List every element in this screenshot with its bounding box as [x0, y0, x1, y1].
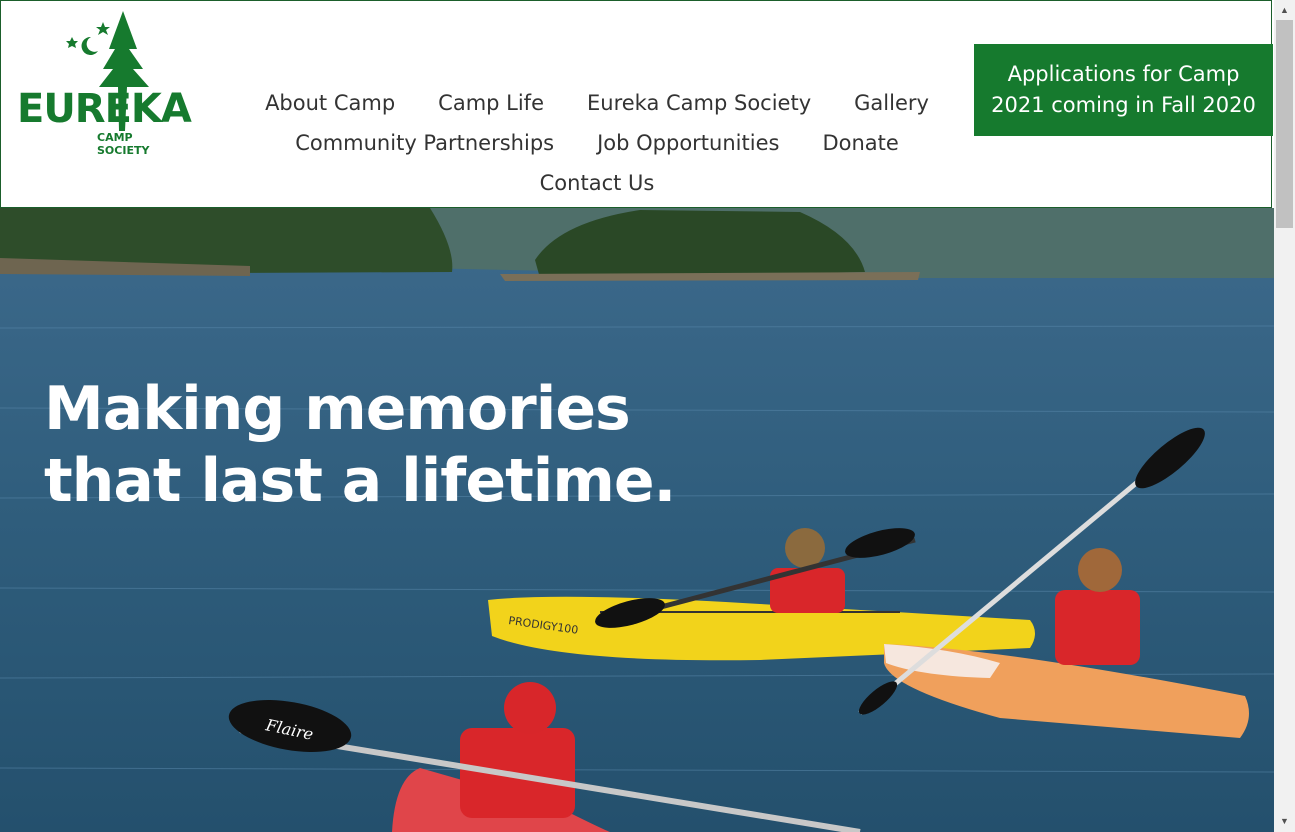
hero-line-1: Making memories	[44, 374, 631, 444]
nav-eureka-camp-society[interactable]: Eureka Camp Society	[587, 91, 811, 115]
nav-row: Community Partnerships Job Opportunities…	[227, 123, 967, 163]
hero-headline: Making memories that last a lifetime.	[44, 373, 724, 517]
scroll-down-arrow-icon[interactable]: ▼	[1274, 813, 1295, 830]
eureka-logo[interactable]: EUREKA CAMP SOCIETY	[15, 9, 192, 157]
nav-gallery[interactable]: Gallery	[854, 91, 929, 115]
scrollbar-thumb[interactable]	[1276, 20, 1293, 228]
nav-camp-life[interactable]: Camp Life	[438, 91, 544, 115]
nav-row: About Camp Camp Life Eureka Camp Society…	[227, 83, 967, 123]
kayak-hero-photo: PRODIGY100 Flaire	[0, 208, 1274, 832]
main-navigation: About Camp Camp Life Eureka Camp Society…	[227, 83, 967, 203]
scroll-up-arrow-icon[interactable]: ▲	[1274, 2, 1295, 19]
nav-row: Contact Us	[227, 163, 967, 203]
nav-community-partnerships[interactable]: Community Partnerships	[295, 131, 554, 155]
nav-contact-us[interactable]: Contact Us	[540, 171, 655, 195]
page-scrollbar[interactable]: ▲ ▼	[1274, 0, 1295, 832]
hero-line-2: that last a lifetime.	[44, 446, 676, 516]
hero-banner: PRODIGY100 Flaire Making memories that l…	[0, 208, 1274, 832]
nav-donate[interactable]: Donate	[822, 131, 898, 155]
applications-cta-button[interactable]: Applications for Camp 2021 coming in Fal…	[974, 44, 1273, 136]
nav-job-opportunities[interactable]: Job Opportunities	[597, 131, 779, 155]
logo-tagline: CAMP SOCIETY	[97, 131, 150, 157]
logo-wordmark: EUREKA	[17, 86, 192, 132]
site-header: EUREKA CAMP SOCIETY About Camp Camp Life…	[0, 0, 1273, 208]
nav-about-camp[interactable]: About Camp	[265, 91, 395, 115]
